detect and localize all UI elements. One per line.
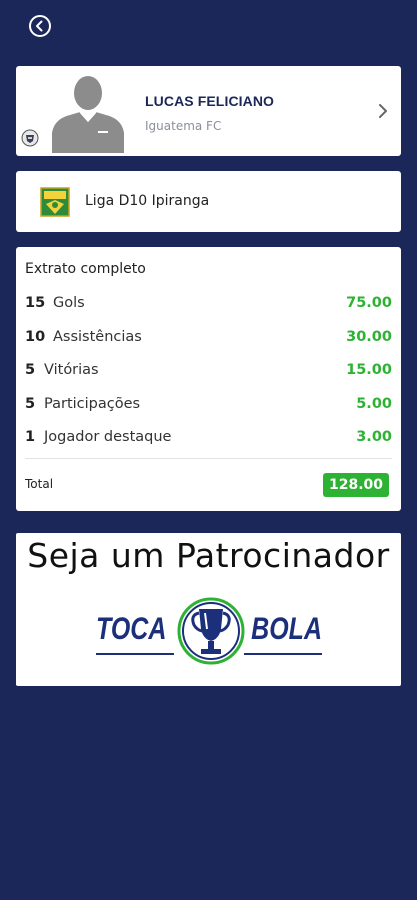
statement-title: Extrato completo	[25, 261, 146, 277]
trophy-icon	[177, 597, 245, 665]
back-arrow-circle-icon	[29, 15, 51, 37]
player-club: Iguatema FC	[145, 119, 222, 133]
stat-value: 15.00	[346, 362, 392, 378]
stat-count: 10	[25, 329, 46, 345]
stat-label: Vitórias	[44, 362, 99, 378]
league-card[interactable]: Liga D10 Ipiranga	[16, 171, 401, 232]
stat-count: 5	[25, 362, 36, 378]
league-crest-icon	[40, 187, 70, 217]
statement-row-highlight-player: 1 Jogador destaque 3.00	[25, 429, 392, 449]
person-silhouette-icon	[52, 76, 124, 153]
player-card[interactable]: LUCAS FELICIANO Iguatema FC	[16, 66, 401, 156]
player-name: LUCAS FELICIANO	[145, 93, 275, 109]
total-value-badge: 128.00	[322, 473, 389, 497]
statement-row-wins: 5 Vitórias 15.00	[25, 362, 392, 382]
sponsor-banner[interactable]: Seja um Patrocinador TOCA BOLA	[16, 533, 401, 686]
stat-value: 75.00	[346, 295, 392, 311]
sponsor-logo: TOCA BOLA	[96, 595, 322, 667]
total-label: Total	[25, 477, 54, 491]
brand-underline-left	[96, 653, 174, 655]
stat-label: Jogador destaque	[44, 429, 172, 445]
statement-row-goals: 15 Gols 75.00	[25, 295, 392, 315]
statement-card: Extrato completo 15 Gols 75.00 10 Assist…	[16, 247, 401, 511]
divider	[25, 458, 392, 459]
stat-value: 3.00	[356, 429, 392, 445]
brand-underline-right	[244, 653, 322, 655]
stat-label: Participações	[44, 396, 141, 412]
league-name: Liga D10 Ipiranga	[85, 193, 210, 209]
brand-left-text: TOCA	[96, 611, 167, 647]
stat-count: 15	[25, 295, 46, 311]
stat-label: Gols	[53, 295, 85, 311]
brand-right-text: BOLA	[251, 611, 322, 647]
stat-value: 5.00	[356, 396, 392, 412]
statement-row-participations: 5 Participações 5.00	[25, 396, 392, 416]
stat-count: 5	[25, 396, 36, 412]
back-button[interactable]	[27, 13, 53, 39]
sponsor-title: Seja um Patrocinador	[27, 536, 390, 575]
stat-label: Assistências	[53, 329, 142, 345]
stat-value: 30.00	[346, 329, 392, 345]
club-crest-icon	[21, 129, 39, 147]
statement-row-assists: 10 Assistências 30.00	[25, 329, 392, 349]
chevron-right-icon	[379, 104, 387, 118]
stat-count: 1	[25, 429, 36, 445]
